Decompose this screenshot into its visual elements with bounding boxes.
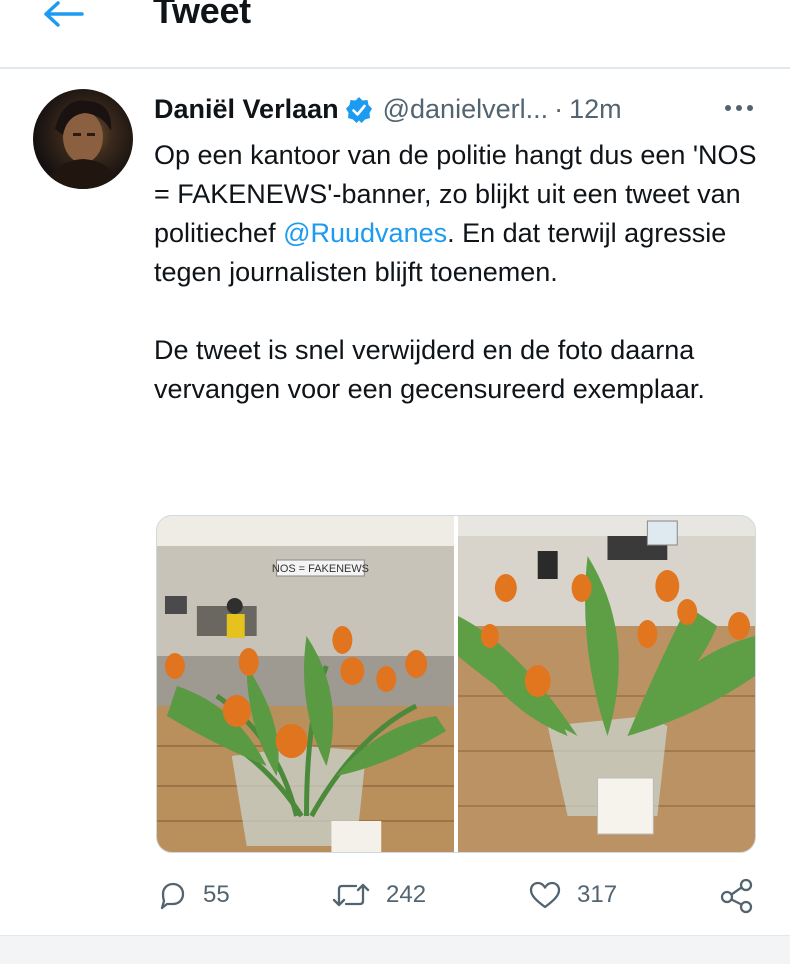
tweet-actions: 55 242 317 <box>0 870 790 920</box>
tweet-header: Daniël Verlaan @danielverl... · 12m <box>154 89 774 129</box>
tweet-body: Op een kantoor van de politie hangt dus … <box>154 136 764 409</box>
tweet-paragraph-1: Op een kantoor van de politie hangt dus … <box>154 136 764 292</box>
retweet-icon <box>332 883 370 907</box>
tweet-media: NOS = FAKENEWS <box>156 515 756 853</box>
verified-badge-icon <box>345 95 373 123</box>
photo-tulips-closeup[interactable] <box>458 516 755 852</box>
retweet-button[interactable]: 242 <box>330 870 426 920</box>
reply-count: 55 <box>203 881 230 908</box>
share-icon <box>720 878 753 914</box>
header-divider <box>0 67 790 69</box>
reply-icon <box>160 882 185 910</box>
photo-office-tulips[interactable]: NOS = FAKENEWS <box>157 516 454 852</box>
like-count: 317 <box>577 881 618 908</box>
share-button[interactable] <box>718 870 756 920</box>
avatar[interactable] <box>33 89 133 189</box>
banner-text: NOS = FAKENEWS <box>272 563 369 575</box>
page-title: Tweet <box>153 0 251 31</box>
tweet-paragraph-2: De tweet is snel verwijderd en de foto d… <box>154 335 705 404</box>
author-handle[interactable]: @danielverl... <box>383 89 548 129</box>
mention-link[interactable]: @Ruudvanes <box>283 218 447 248</box>
like-button[interactable]: 317 <box>527 870 617 920</box>
back-button[interactable] <box>42 0 86 30</box>
retweet-count: 242 <box>386 881 427 908</box>
bottom-bar <box>0 935 790 964</box>
more-button[interactable] <box>720 100 760 116</box>
separator-dot: · <box>554 94 564 124</box>
top-bar: Tweet <box>0 0 790 69</box>
more-horizontal-icon <box>725 105 753 111</box>
reply-button[interactable]: 55 <box>157 870 230 920</box>
heart-icon <box>529 881 561 909</box>
arrow-left-icon <box>44 1 84 27</box>
timestamp[interactable]: 12m <box>569 89 622 129</box>
author-name[interactable]: Daniël Verlaan <box>154 89 339 129</box>
